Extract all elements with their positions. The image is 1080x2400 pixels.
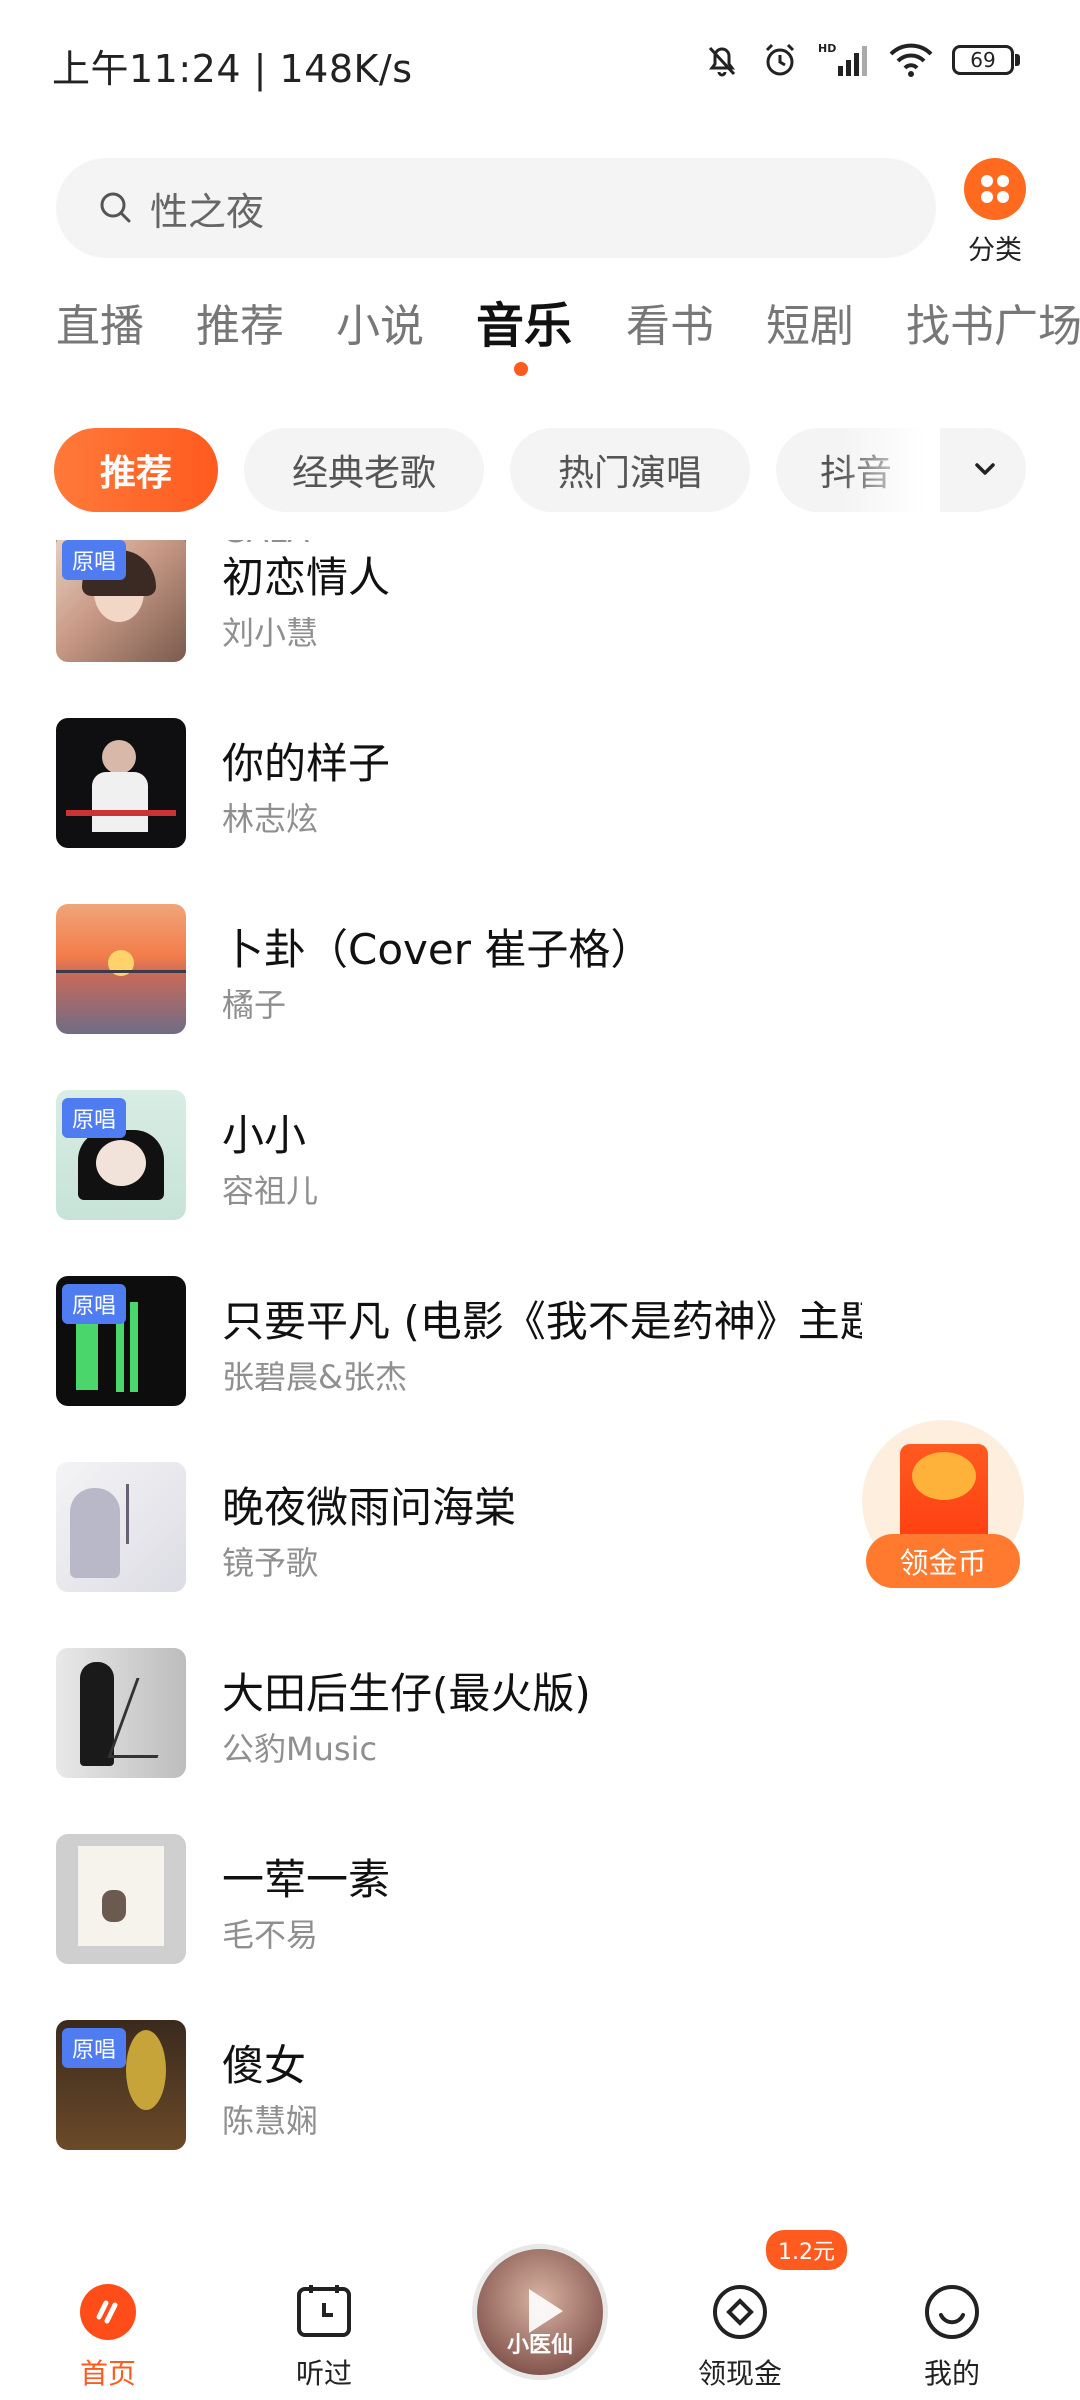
cash-badge: 1.2元: [766, 2230, 847, 2270]
tab-short-drama[interactable]: 短剧: [766, 290, 854, 354]
song-title: 卜卦（Cover 崔子格）: [222, 925, 653, 974]
search-placeholder: 性之夜: [150, 189, 265, 234]
status-icons: HD 69: [702, 40, 1020, 80]
history-icon: [294, 2282, 354, 2342]
nav-me-label: 我的: [923, 2357, 980, 2390]
chip-classic-oldies[interactable]: 经典老歌: [244, 428, 484, 512]
song-list: GALA 原唱 初恋情人 刘小慧 你的样子 林志炫 卜卦（Cover 崔子格） …: [0, 540, 1080, 2260]
song-title: 大田后生仔(最火版): [222, 1669, 591, 1718]
nav-history-label: 听过: [295, 2357, 352, 2390]
song-artist: 镜予歌: [222, 1544, 319, 1582]
song-title: 小小: [222, 1111, 307, 1160]
song-artist: 刘小慧: [222, 614, 319, 652]
song-cover: [56, 718, 186, 848]
nav-home[interactable]: 首页: [48, 2282, 168, 2392]
song-row[interactable]: 大田后生仔(最火版) 公豹Music: [0, 1648, 1080, 1834]
chevron-down-icon: [975, 463, 995, 475]
song-row[interactable]: 一荤一素 毛不易: [0, 1834, 1080, 2020]
original-badge: 原唱: [62, 2028, 127, 2068]
original-badge: 原唱: [62, 540, 127, 580]
song-artist: 陈慧娴: [222, 2102, 319, 2140]
smile-icon: [922, 2282, 982, 2342]
song-title: 晚夜微雨问海棠: [222, 1483, 517, 1532]
chip-fade: [840, 428, 940, 512]
disc-title: 小医仙: [506, 2333, 573, 2358]
tab-live[interactable]: 直播: [56, 290, 144, 354]
svg-text:HD: HD: [818, 42, 836, 55]
song-title: 傻女: [222, 2041, 307, 2090]
song-cover: 原唱: [56, 1276, 186, 1406]
original-badge: 原唱: [62, 1284, 127, 1324]
nav-me[interactable]: 我的: [892, 2282, 1012, 2392]
tab-music[interactable]: 音乐: [476, 286, 572, 356]
nav-cash[interactable]: 领现金: [680, 2282, 800, 2392]
tab-book-square[interactable]: 找书广场: [906, 290, 1080, 354]
status-time: 上午11:24 | 148K/s: [52, 47, 413, 91]
song-row[interactable]: 原唱 傻女 陈慧娴: [0, 2020, 1080, 2206]
tab-read[interactable]: 看书: [626, 290, 714, 354]
battery-icon: 69: [952, 43, 1020, 77]
song-title: 初恋情人: [222, 553, 391, 602]
cash-icon: [710, 2282, 770, 2342]
now-playing-disc[interactable]: 小医仙: [472, 2244, 608, 2380]
tab-recommend[interactable]: 推荐: [196, 290, 284, 354]
song-cover: [56, 1834, 186, 1964]
expand-chips-button[interactable]: [944, 428, 1026, 510]
mute-bell-icon: [708, 46, 736, 77]
song-row[interactable]: 卜卦（Cover 崔子格） 橘子: [0, 904, 1080, 1090]
song-artist: 毛不易: [222, 1916, 319, 1954]
category-button[interactable]: 分类: [960, 158, 1030, 267]
song-artist: 公豹Music: [222, 1730, 378, 1768]
chip-hot-singers[interactable]: 热门演唱: [510, 428, 750, 512]
song-title: 只要平凡 (电影《我不是药神》主题曲): [222, 1297, 862, 1346]
status-bar: 上午11:24 | 148K/s HD 69: [0, 0, 1080, 130]
nav-home-label: 首页: [79, 2357, 136, 2390]
song-cover: [56, 1462, 186, 1592]
song-cover: [56, 904, 186, 1034]
song-row[interactable]: 原唱 初恋情人 刘小慧: [0, 540, 1080, 718]
wifi-icon: [889, 43, 933, 77]
song-title: 你的样子: [222, 739, 391, 788]
hd-signal-icon: HD: [818, 42, 867, 76]
bottom-nav: 首页 听过 小医仙 领现金 1.2元 我的: [0, 2230, 1080, 2400]
active-tab-indicator: [514, 362, 528, 376]
chip-recommend[interactable]: 推荐: [54, 428, 218, 512]
channel-tabs: 直播 推荐 小说 音乐 看书 短剧 找书广场: [0, 282, 1080, 392]
song-cover: [56, 1648, 186, 1778]
song-artist: 林志炫: [222, 800, 319, 838]
coin-reward-widget[interactable]: 领金币: [860, 1420, 1026, 1590]
battery-level: 69: [952, 45, 1014, 75]
song-title: 一荤一素: [222, 1855, 391, 1904]
song-row[interactable]: 你的样子 林志炫: [0, 718, 1080, 904]
home-icon: [78, 2282, 138, 2342]
alarm-icon: [765, 43, 795, 76]
song-row[interactable]: 原唱 小小 容祖儿: [0, 1090, 1080, 1276]
nav-cash-label: 领现金: [697, 2357, 782, 2390]
category-label: 分类: [968, 235, 1022, 266]
search-icon: [100, 192, 131, 223]
song-cover: 原唱: [56, 2020, 186, 2150]
original-badge: 原唱: [62, 1098, 127, 1138]
nav-history[interactable]: 听过: [264, 2282, 384, 2392]
tab-novel[interactable]: 小说: [336, 290, 424, 354]
song-artist: 橘子: [222, 986, 287, 1024]
song-cover: 原唱: [56, 1090, 186, 1220]
search-input[interactable]: 性之夜: [56, 158, 936, 258]
song-cover: 原唱: [56, 540, 186, 662]
filter-chips: 推荐 经典老歌 热门演唱 抖音: [0, 428, 1080, 514]
song-artist: 张碧晨&张杰: [222, 1358, 407, 1396]
grid-icon: [964, 158, 1026, 220]
song-artist: 容祖儿: [222, 1172, 319, 1210]
coin-label: 领金币: [866, 1534, 1020, 1588]
